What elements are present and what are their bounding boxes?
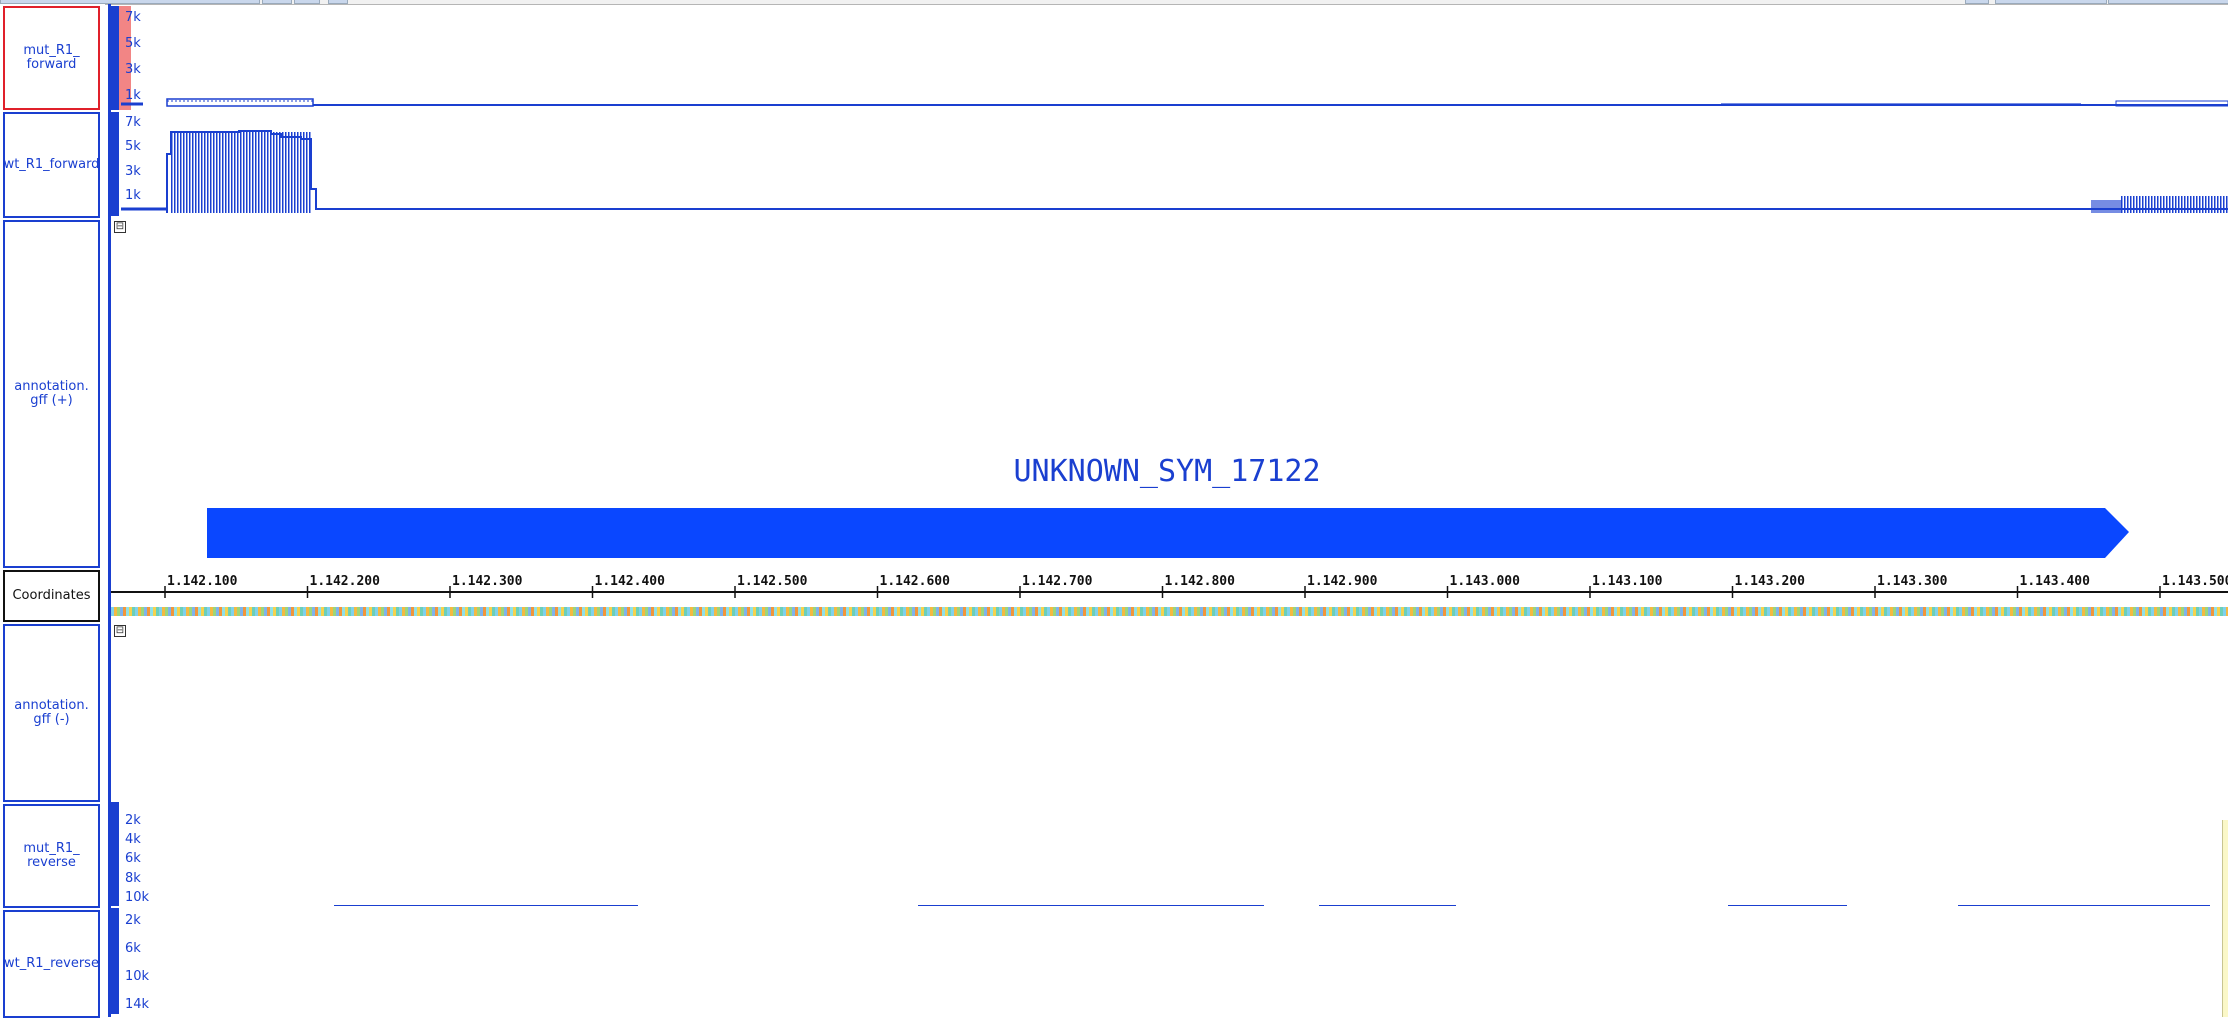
side-notepad-tab[interactable] xyxy=(2222,820,2228,1017)
coverage-plot-wt-forward: 7k 5k 3k 1k xyxy=(111,112,2228,216)
value-bar xyxy=(111,802,119,906)
top-toolbar-strip xyxy=(0,0,2228,5)
coverage-bars xyxy=(121,98,2228,107)
y-tick-label: 6k xyxy=(125,941,141,956)
track-label-annotation-minus[interactable]: annotation. gff (-) xyxy=(3,624,100,802)
y-tick-label: 5k xyxy=(125,139,141,154)
track-label-wt-forward[interactable]: wt_R1_forward xyxy=(3,112,100,218)
scroll-button[interactable] xyxy=(262,0,292,4)
y-tick-label: 10k xyxy=(125,969,150,984)
coordinate-tick-label: 1.143.100 xyxy=(1592,574,1663,589)
scroll-thumb[interactable] xyxy=(2108,0,2228,4)
track-wt-forward: 7k 5k 3k 1k xyxy=(111,112,2228,216)
y-tick-label: 6k xyxy=(125,851,141,866)
coordinate-tick-label: 1.142.700 xyxy=(1022,574,1093,589)
value-bar xyxy=(111,908,119,1014)
coordinate-tick-label: 1.142.600 xyxy=(880,574,951,589)
sequence-band xyxy=(111,607,2228,616)
y-tick-label: 7k xyxy=(125,10,141,25)
y-tick-label: 10k xyxy=(125,890,150,905)
gene-arrow[interactable] xyxy=(207,508,2129,558)
scrollbar-right[interactable] xyxy=(1995,0,2107,4)
scroll-button[interactable] xyxy=(1965,0,1989,4)
track-annotation-plus: ⊟ UNKNOWN_SYM_17122 xyxy=(111,218,2228,564)
scroll-button[interactable] xyxy=(294,0,320,4)
y-tick-label: 3k xyxy=(125,164,141,179)
y-axis-ticks: 7k 5k 3k 1k xyxy=(125,115,141,203)
coordinate-ticks: 1.142.100 1.142.200 1.142.300 1.142.400 1.14… xyxy=(164,574,2228,598)
coordinate-tick-label: 1.142.100 xyxy=(167,574,238,589)
track-labels-panel: mut_R1_ forward wt_R1_forward annotation… xyxy=(0,4,105,1018)
gene-label: UNKNOWN_SYM_17122 xyxy=(1013,454,1320,489)
y-tick-label: 1k xyxy=(125,88,141,103)
y-tick-label: 14k xyxy=(125,997,150,1012)
coordinate-tick-label: 1.143.500 xyxy=(2162,574,2228,589)
value-bar xyxy=(111,6,119,110)
track-annotation-minus: ⊟ xyxy=(111,622,2228,800)
coordinate-tick-label: 1.142.200 xyxy=(310,574,381,589)
coordinate-tick-label: 1.142.300 xyxy=(452,574,523,589)
value-bar xyxy=(111,112,119,216)
y-tick-label: 8k xyxy=(125,871,141,886)
coverage-plot-mut-forward: 7k 5k 3k 1k xyxy=(111,6,2228,110)
gene-feature-plus[interactable]: UNKNOWN_SYM_17122 xyxy=(111,218,2228,564)
y-axis-ticks: 2k 6k 10k 14k xyxy=(125,913,150,1012)
coordinate-tick-label: 1.143.000 xyxy=(1450,574,1521,589)
coordinate-tick-label: 1.143.200 xyxy=(1735,574,1806,589)
coverage-plot-mut-reverse: 2k 4k 6k 8k 10k xyxy=(111,802,2210,907)
y-tick-label: 2k xyxy=(125,913,141,928)
track-label-coordinates[interactable]: Coordinates xyxy=(3,570,100,622)
coordinate-tick-label: 1.142.900 xyxy=(1307,574,1378,589)
y-tick-label: 7k xyxy=(125,115,141,130)
track-mut-forward: 7k 5k 3k 1k xyxy=(111,6,2228,110)
track-label-annotation-plus[interactable]: annotation. gff (+) xyxy=(3,220,100,568)
track-label-mut-reverse[interactable]: mut_R1_ reverse xyxy=(3,804,100,908)
y-tick-label: 5k xyxy=(125,36,141,51)
coordinate-tick-label: 1.143.400 xyxy=(2020,574,2091,589)
coverage-bars xyxy=(121,130,2228,213)
track-coordinates: 1.142.100 1.142.200 1.142.300 1.142.400 1.14… xyxy=(111,568,2228,620)
track-label-mut-forward[interactable]: mut_R1_ forward xyxy=(3,6,100,110)
y-tick-label: 3k xyxy=(125,62,141,77)
coordinate-tick-label: 1.142.500 xyxy=(737,574,808,589)
feature-segments-minus xyxy=(111,622,2228,800)
y-axis-ticks: 2k 4k 6k 8k 10k xyxy=(125,813,150,905)
y-tick-label: 4k xyxy=(125,832,141,847)
y-tick-label: 1k xyxy=(125,188,141,203)
track-mut-reverse: 2k 4k 6k 8k 10k xyxy=(111,802,2228,907)
scroll-button[interactable] xyxy=(328,0,348,4)
y-tick-label: 2k xyxy=(125,813,141,828)
coverage-plot-wt-reverse: 2k 6k 10k 14k xyxy=(111,908,150,1014)
coordinate-tick-label: 1.143.300 xyxy=(1877,574,1948,589)
coordinate-tick-label: 1.142.400 xyxy=(595,574,666,589)
track-label-wt-reverse[interactable]: wt_R1_reverse xyxy=(3,910,100,1018)
coordinate-tick-label: 1.142.800 xyxy=(1165,574,1236,589)
coordinate-ruler: 1.142.100 1.142.200 1.142.300 1.142.400 1.14… xyxy=(111,574,2228,616)
track-wt-reverse: 2k 6k 10k 14k xyxy=(111,908,2228,1014)
